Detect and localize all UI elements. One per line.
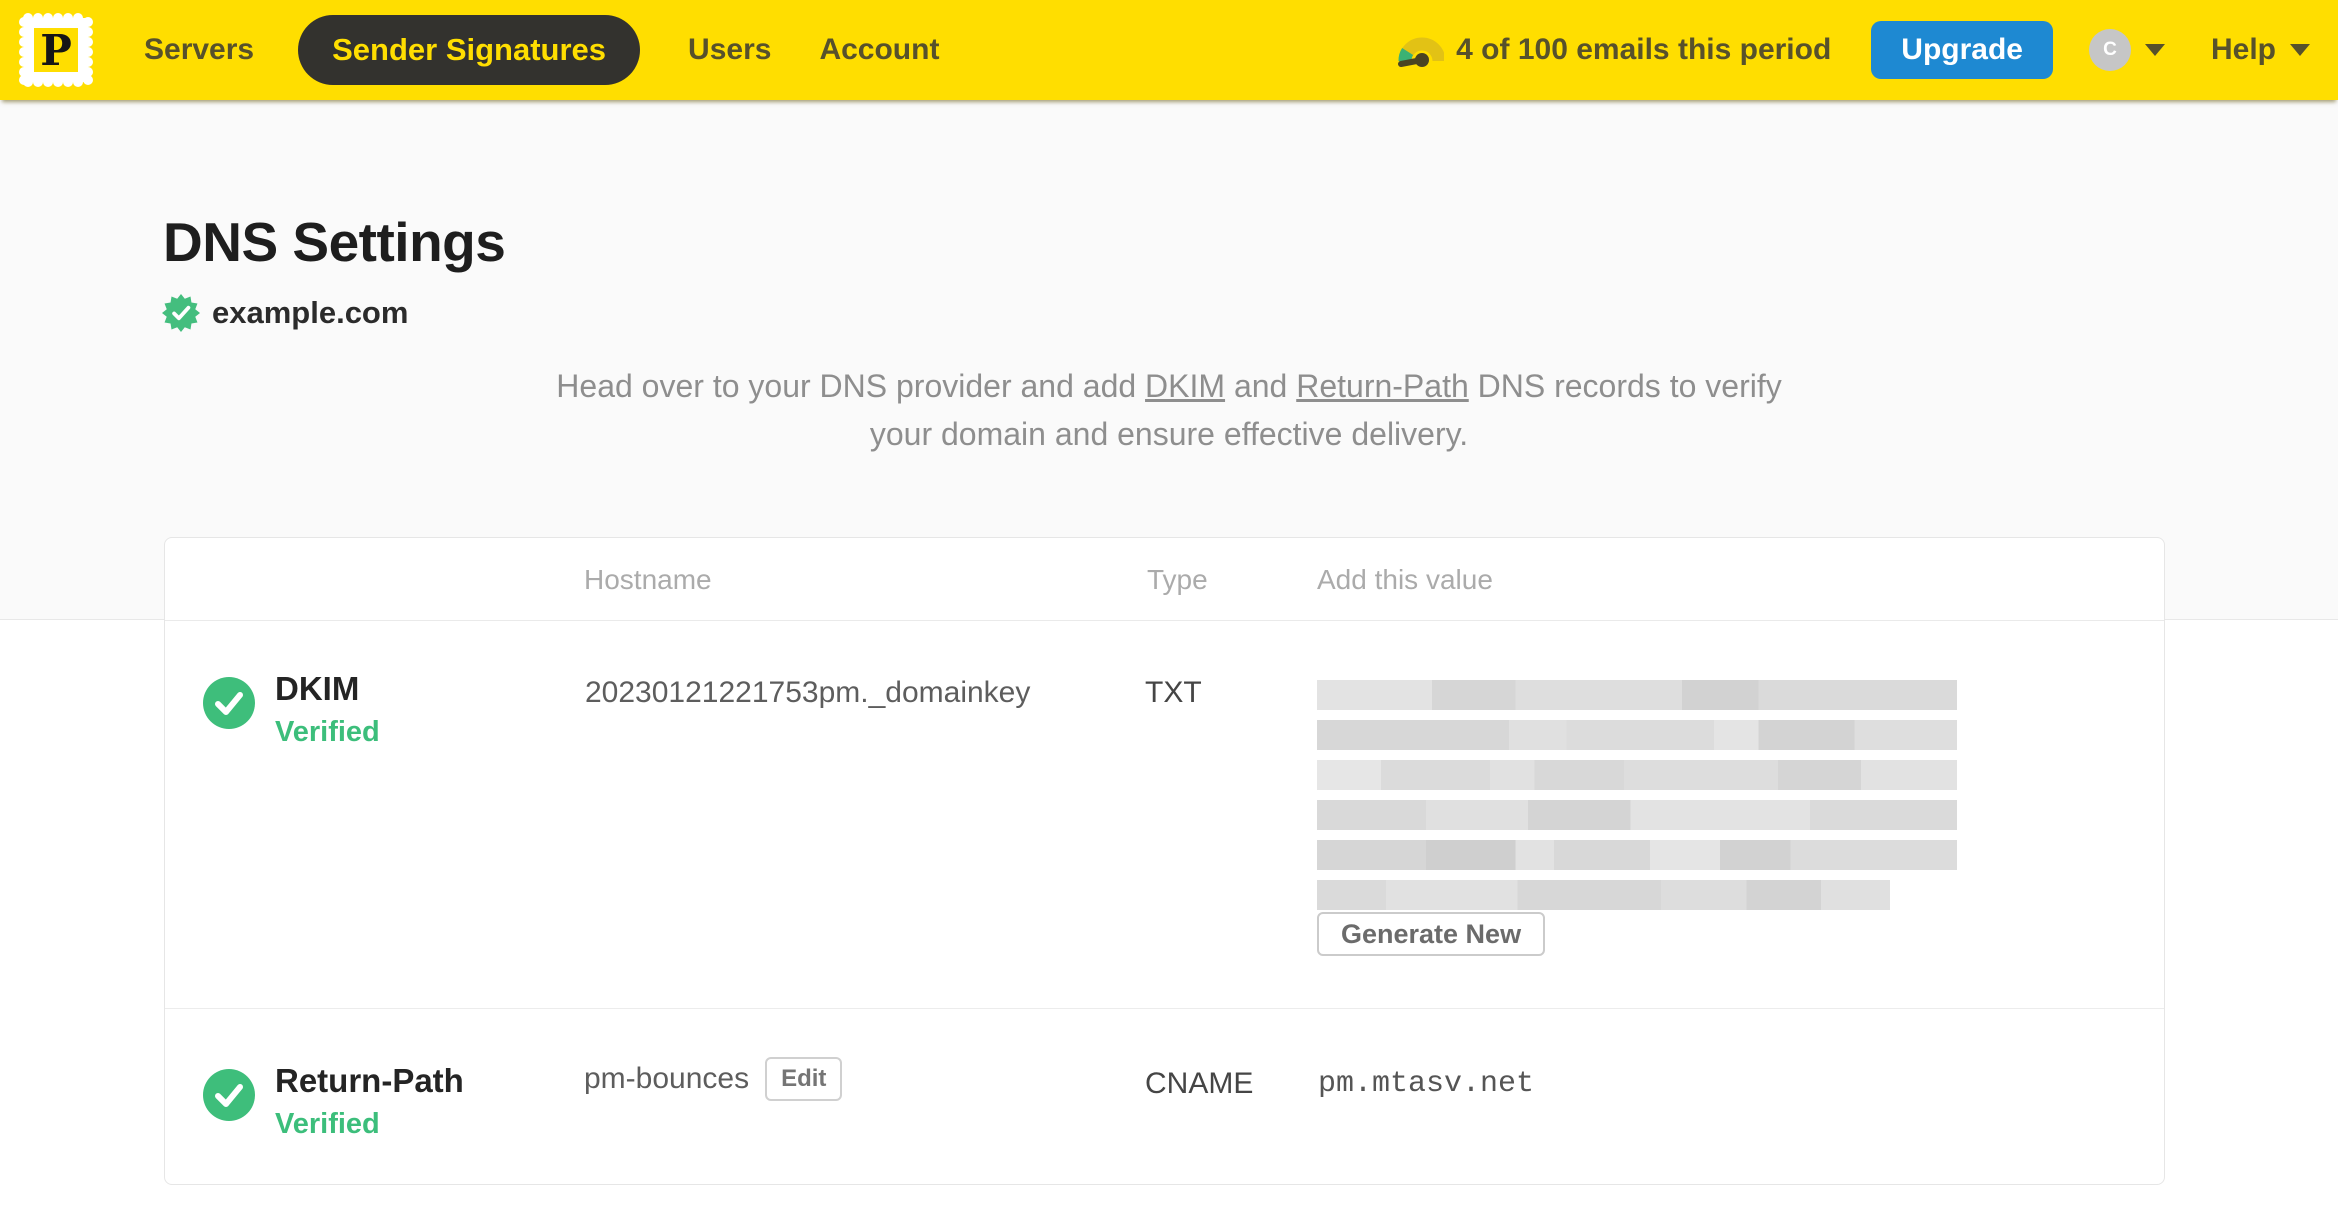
usage-count-label: 4 of 100 emails this period (1456, 33, 1832, 66)
generate-new-button[interactable]: Generate New (1317, 912, 1546, 956)
intro-text: Head over to your DNS provider and add D… (544, 362, 1794, 458)
return-path-link[interactable]: Return-Path (1296, 368, 1469, 404)
dkim-link[interactable]: DKIM (1145, 368, 1225, 404)
usage-meter[interactable]: 4 of 100 emails this period (1398, 30, 1831, 70)
help-label: Help (2210, 33, 2276, 66)
nav-item-account[interactable]: Account (819, 33, 939, 67)
redacted-value-line (1317, 800, 1957, 830)
nav-item-servers[interactable]: Servers (144, 33, 254, 67)
domain-name: example.com (212, 295, 409, 330)
caret-down-icon (2144, 44, 2165, 56)
check-circle-icon (203, 1069, 255, 1121)
redacted-value-line (1317, 880, 1890, 910)
dns-records-card: Hostname Type Add this value DKIM Verifi… (164, 537, 2165, 1185)
dkim-record-type: TXT (1145, 676, 1202, 709)
nav-item-users[interactable]: Users (688, 33, 771, 67)
record-name: Return-Path (275, 1062, 464, 1099)
return-path-record-type: CNAME (1145, 1067, 1254, 1100)
column-header-hostname: Hostname (584, 564, 712, 595)
redacted-value-line (1317, 760, 1957, 790)
column-header-type: Type (1147, 564, 1208, 595)
avatar: C (2088, 29, 2131, 71)
redacted-value-line (1317, 680, 1957, 710)
caret-down-icon (2290, 44, 2310, 56)
return-path-value: pm.mtasv.net (1318, 1067, 1535, 1101)
gauge-icon (1398, 37, 1445, 67)
redacted-value-line (1317, 720, 1957, 750)
column-header-value: Add this value (1317, 564, 1493, 595)
dns-settings-page: P Servers Sender Signatures Users Accoun… (0, 0, 2338, 1222)
nav-item-sender-signatures-active[interactable]: Sender Signatures (298, 15, 641, 85)
redacted-value-line (1317, 840, 1957, 870)
account-menu[interactable]: C (2088, 29, 2165, 71)
postmark-stamp-icon[interactable]: P (16, 10, 96, 90)
intro-part1: Head over to your DNS provider and add (556, 368, 1146, 404)
status-badge: Verified (275, 1108, 380, 1140)
verified-seal-icon (162, 294, 200, 332)
intro-part2: and (1225, 368, 1297, 404)
status-badge: Verified (275, 716, 380, 748)
page-title: DNS Settings (163, 211, 506, 273)
table-header-divider (165, 620, 2164, 621)
upgrade-button[interactable]: Upgrade (1871, 21, 2053, 79)
edit-button[interactable]: Edit (765, 1057, 843, 1101)
help-menu[interactable]: Help (2211, 33, 2310, 67)
return-path-hostname: pm-bounces (584, 1062, 750, 1095)
top-navbar: P Servers Sender Signatures Users Accoun… (0, 0, 2338, 100)
return-path-hostname-cell: pm-bounces Edit (584, 1057, 843, 1101)
check-circle-icon (203, 677, 255, 729)
table-row-divider (165, 1008, 2164, 1009)
dkim-hostname: 20230121221753pm._domainkey (585, 676, 1031, 709)
domain-row: example.com (162, 294, 408, 332)
svg-text:P: P (40, 26, 72, 75)
record-name: DKIM (275, 670, 360, 707)
